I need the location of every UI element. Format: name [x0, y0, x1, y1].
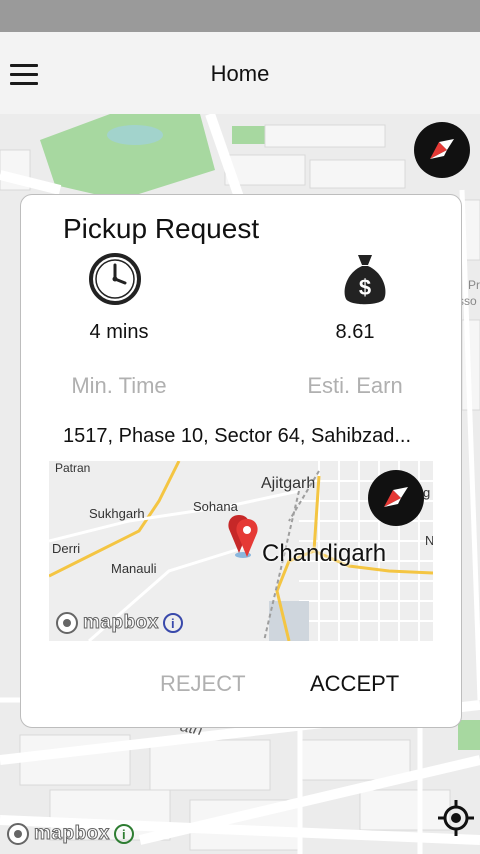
minimap-mapbox-attribution[interactable]: mapbox i [55, 611, 183, 635]
compass-button[interactable] [414, 122, 470, 178]
map-place-label: Manauli [111, 561, 157, 576]
mapbox-logo-icon [7, 823, 29, 845]
map-place-label: Sohana [193, 499, 238, 514]
est-earn-label: Esti. Earn [307, 373, 403, 398]
min-time-block: 4 mins Min. Time [29, 321, 209, 399]
map-pin-icon [228, 515, 258, 558]
est-earn-value: 8.61 [335, 321, 375, 343]
map-place-label: Ajitgarh [261, 475, 316, 492]
pickup-request-dialog: Pickup Request $ 4 mins Min. Time 8.61 E… [20, 194, 462, 728]
dialog-title: Pickup Request [63, 213, 260, 244]
money-bag-icon: $ [344, 255, 386, 305]
map-place-label: Derri [52, 541, 81, 556]
compass-icon [430, 139, 454, 159]
status-bar [0, 0, 480, 32]
mapbox-attribution[interactable]: mapbox i [6, 822, 134, 846]
map-place-label: N [425, 533, 433, 548]
info-icon[interactable]: i [162, 613, 183, 633]
reject-button[interactable]: REJECT [160, 671, 246, 697]
minimap-compass-button[interactable] [368, 470, 424, 526]
map-place-label: Patran [55, 461, 91, 475]
page-title: Home [210, 61, 270, 86]
min-time-label: Min. Time [71, 373, 167, 398]
gps-locate-icon[interactable] [436, 798, 476, 838]
info-icon[interactable]: i [113, 824, 134, 844]
map-place-label: Sukhgarh [89, 506, 145, 521]
clock-icon [89, 253, 141, 305]
svg-text:$: $ [359, 275, 371, 300]
mapbox-logo-icon [56, 612, 78, 634]
accept-button[interactable]: ACCEPT [310, 671, 399, 697]
mapbox-wordmark: mapbox [83, 612, 159, 634]
est-earn-block: 8.61 Esti. Earn [265, 321, 445, 399]
min-time-value: 4 mins [89, 321, 149, 343]
map-place-label: g [423, 485, 431, 500]
pickup-address: 1517, Phase 10, Sector 64, Sahibzad... [63, 425, 412, 447]
compass-icon [384, 487, 408, 507]
pickup-minimap[interactable]: Patran Ajitgarh Sohana Sukhgarh Derri Ma… [49, 461, 433, 641]
map-place-label: Chandigarh [262, 540, 387, 567]
map-poi-label: Pr [468, 278, 480, 292]
mapbox-wordmark: mapbox [34, 823, 110, 845]
